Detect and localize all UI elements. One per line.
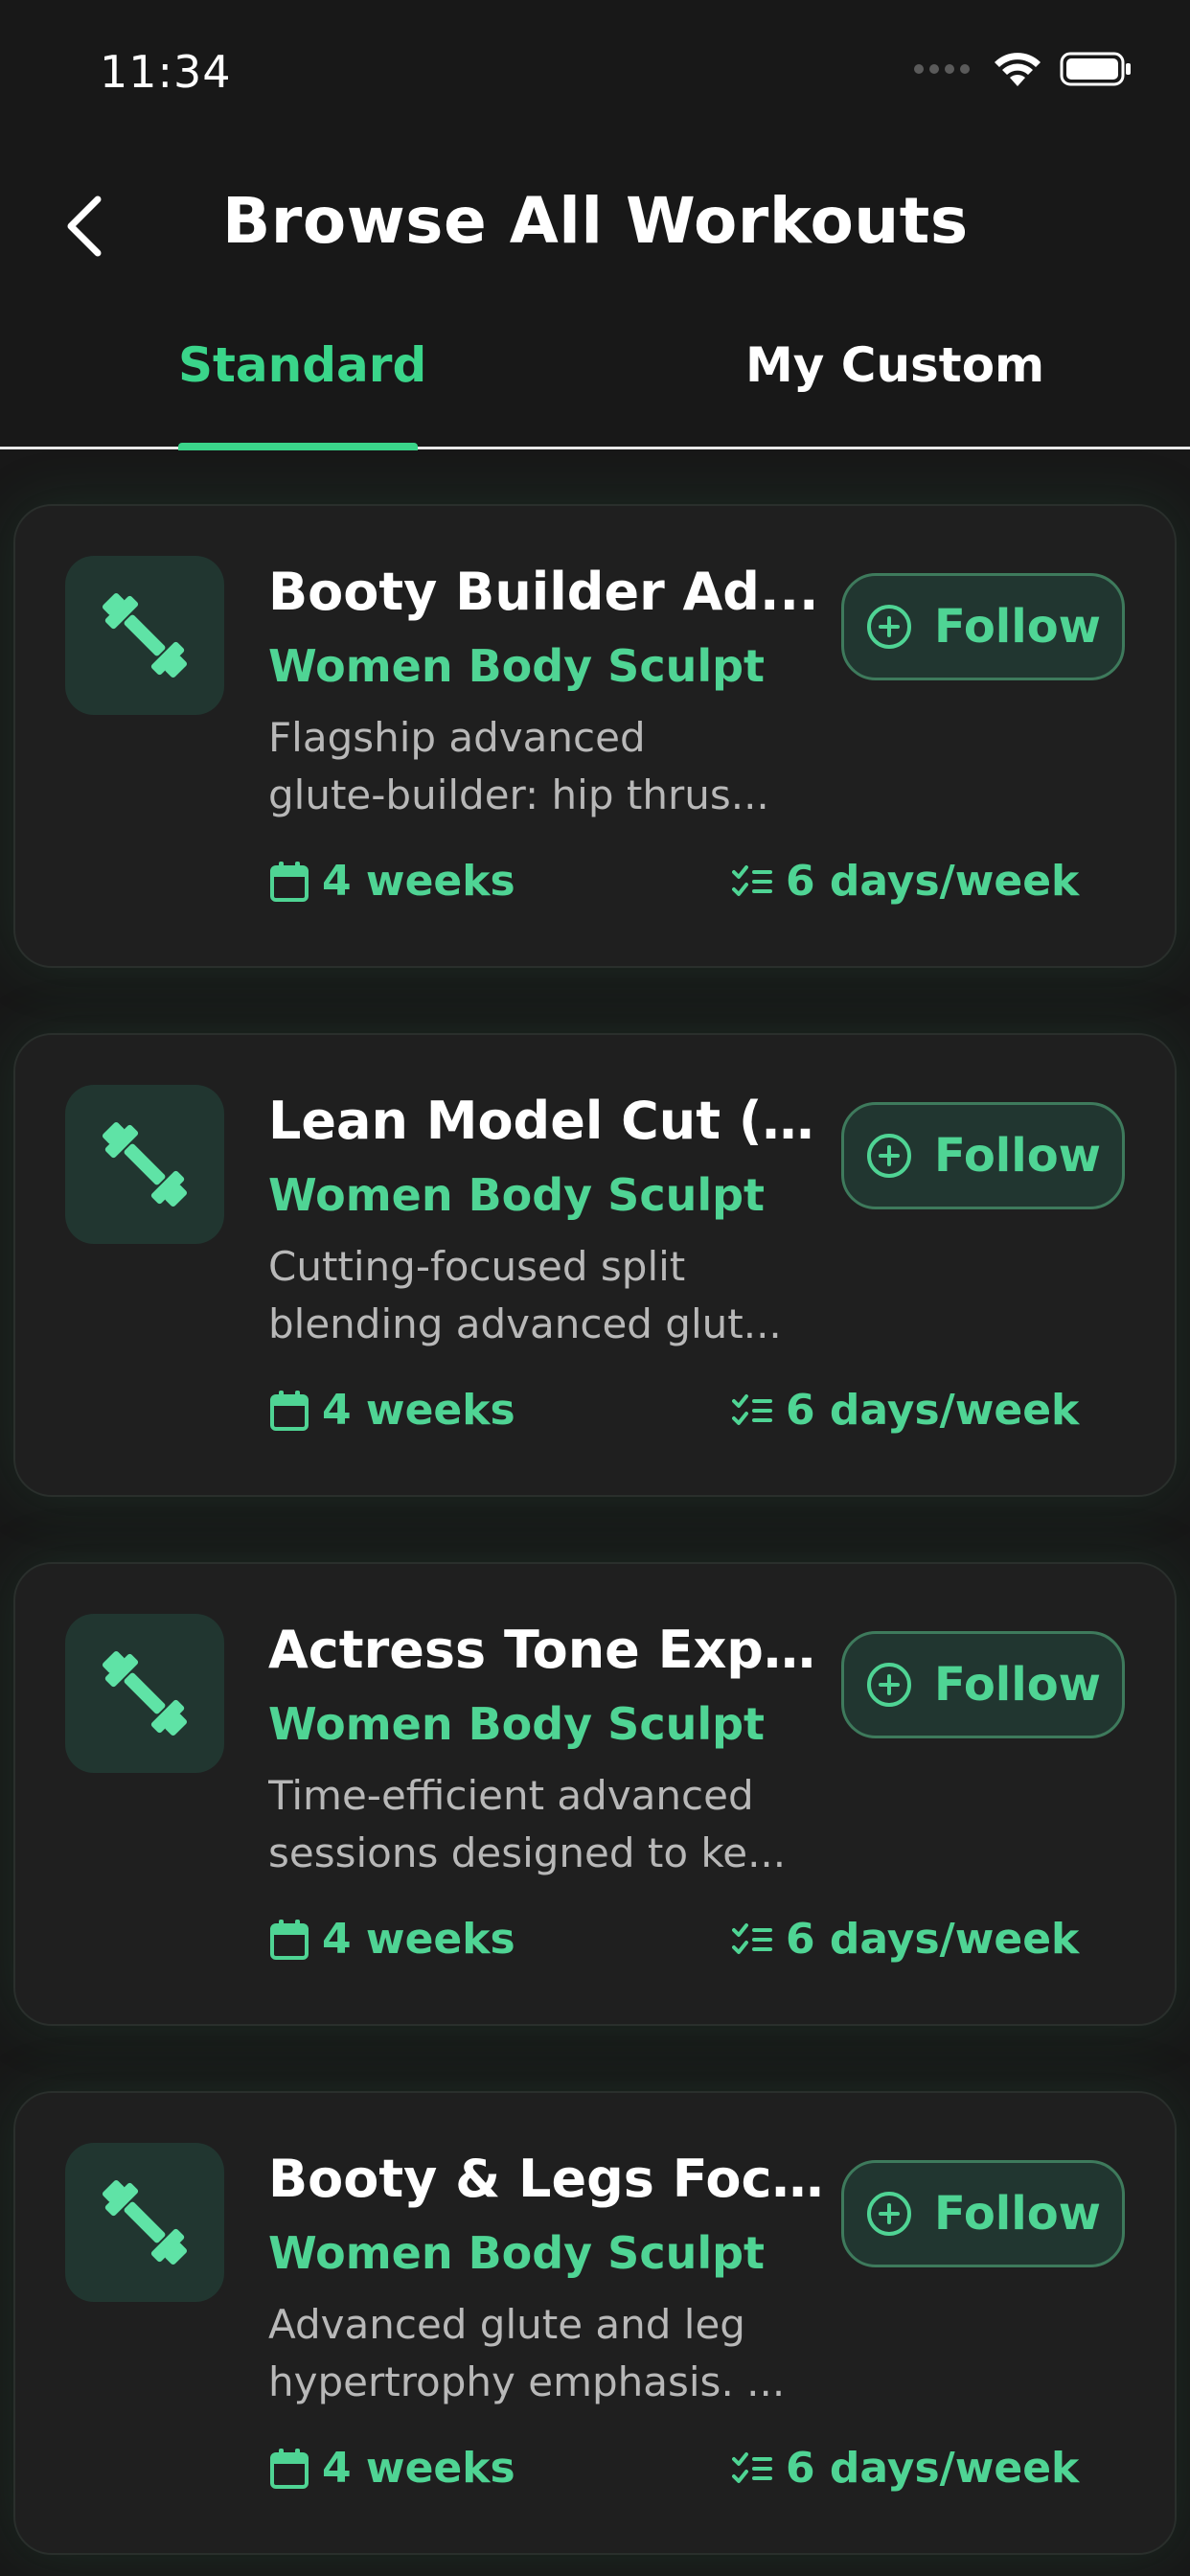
workout-duration: 4 weeks xyxy=(268,857,515,906)
tab-bar: Standard My Custom xyxy=(0,316,1190,450)
follow-label: Follow xyxy=(933,600,1102,654)
dumbbell-icon xyxy=(102,1121,188,1208)
workout-description-line: Time-efficient advanced xyxy=(268,1772,754,1819)
workout-title: Actress Tone Expr... xyxy=(268,1620,824,1680)
checklist-icon xyxy=(732,2451,772,2483)
workout-category: Women Body Sculpt xyxy=(268,2227,766,2279)
plus-circle-icon xyxy=(866,1134,911,1178)
workout-duration: 4 weeks xyxy=(268,2444,515,2493)
battery-icon xyxy=(1060,52,1131,86)
follow-button[interactable]: Follow xyxy=(841,2160,1125,2267)
workout-icon-box xyxy=(65,1614,224,1773)
workout-card[interactable]: Lean Model Cut (F... Women Body Sculpt C… xyxy=(13,1033,1177,1497)
workout-title: Lean Model Cut (F... xyxy=(268,1091,824,1151)
dumbbell-icon xyxy=(102,2179,188,2266)
calendar-icon xyxy=(270,1919,309,1960)
workout-description-line: hypertrophy emphasis. ... xyxy=(268,2358,786,2405)
calendar-icon xyxy=(270,2448,309,2489)
plus-circle-icon xyxy=(866,2192,911,2236)
workout-icon-box xyxy=(65,1085,224,1244)
calendar-icon xyxy=(270,1390,309,1431)
dumbbell-icon xyxy=(102,1650,188,1736)
workout-card[interactable]: Actress Tone Expr... Women Body Sculpt T… xyxy=(13,1562,1177,2026)
workout-frequency: 6 days/week xyxy=(732,857,1079,906)
follow-label: Follow xyxy=(933,2187,1102,2241)
dumbbell-icon xyxy=(102,592,188,678)
page-title: Browse All Workouts xyxy=(222,184,969,258)
workout-duration: 4 weeks xyxy=(268,1386,515,1435)
workout-icon-box xyxy=(65,556,224,715)
workout-description-line: glute-builder: hip thrus... xyxy=(268,771,769,818)
checklist-icon xyxy=(732,1922,772,1954)
workout-frequency-label: 6 days/week xyxy=(786,1386,1080,1435)
wifi-icon xyxy=(995,53,1041,86)
back-button[interactable] xyxy=(56,188,113,264)
workout-category: Women Body Sculpt xyxy=(268,1698,766,1750)
workout-description-line: blending advanced glut... xyxy=(268,1300,782,1347)
follow-button[interactable]: Follow xyxy=(841,573,1125,680)
status-time: 11:34 xyxy=(100,46,232,98)
plus-circle-icon xyxy=(866,605,911,649)
workout-description-line: Cutting-focused split xyxy=(268,1243,686,1290)
workout-duration: 4 weeks xyxy=(268,1915,515,1964)
checklist-icon xyxy=(732,1393,772,1425)
workout-frequency-label: 6 days/week xyxy=(786,857,1080,906)
workout-description: Time-efficient advanced sessions designe… xyxy=(268,1767,814,1882)
workout-duration-label: 4 weeks xyxy=(322,857,515,906)
follow-label: Follow xyxy=(933,1129,1102,1183)
status-bar: 11:34 xyxy=(0,0,1190,144)
workout-description: Flagship advanced glute-builder: hip thr… xyxy=(268,709,814,824)
workout-description: Advanced glute and leg hypertrophy empha… xyxy=(268,2296,814,2411)
cellular-signal-icon xyxy=(914,64,970,74)
status-indicators xyxy=(914,50,1133,88)
follow-button[interactable]: Follow xyxy=(841,1102,1125,1209)
tab-my-custom[interactable]: My Custom xyxy=(745,337,1044,393)
workout-title: Booty & Legs Foc... xyxy=(268,2149,824,2209)
workout-description-line: sessions designed to ke... xyxy=(268,1829,787,1876)
workout-description-line: Advanced glute and leg xyxy=(268,2301,745,2348)
workout-frequency-label: 6 days/week xyxy=(786,1915,1080,1964)
tab-standard[interactable]: Standard xyxy=(178,337,426,393)
workout-category: Women Body Sculpt xyxy=(268,1169,766,1221)
workout-frequency: 6 days/week xyxy=(732,1386,1079,1435)
chevron-left-icon xyxy=(67,196,102,257)
workout-description-line: Flagship advanced xyxy=(268,714,646,761)
workout-category: Women Body Sculpt xyxy=(268,640,766,692)
workout-duration-label: 4 weeks xyxy=(322,1915,515,1964)
calendar-icon xyxy=(270,861,309,902)
follow-button[interactable]: Follow xyxy=(841,1631,1125,1738)
workout-title: Booty Builder Ad... xyxy=(268,562,819,622)
workout-description: Cutting-focused split blending advanced … xyxy=(268,1238,814,1353)
plus-circle-icon xyxy=(866,1663,911,1707)
workout-duration-label: 4 weeks xyxy=(322,1386,515,1435)
workout-duration-label: 4 weeks xyxy=(322,2444,515,2493)
checklist-icon xyxy=(732,864,772,896)
workout-icon-box xyxy=(65,2143,224,2302)
workout-frequency: 6 days/week xyxy=(732,1915,1079,1964)
follow-label: Follow xyxy=(933,1658,1102,1712)
workout-card[interactable]: Booty Builder Ad... Women Body Sculpt Fl… xyxy=(13,504,1177,968)
header: Browse All Workouts xyxy=(0,163,1190,288)
workout-frequency: 6 days/week xyxy=(732,2444,1079,2493)
workout-card[interactable]: Booty & Legs Foc... Women Body Sculpt Ad… xyxy=(13,2091,1177,2555)
workout-frequency-label: 6 days/week xyxy=(786,2444,1080,2493)
active-tab-indicator xyxy=(178,443,418,450)
